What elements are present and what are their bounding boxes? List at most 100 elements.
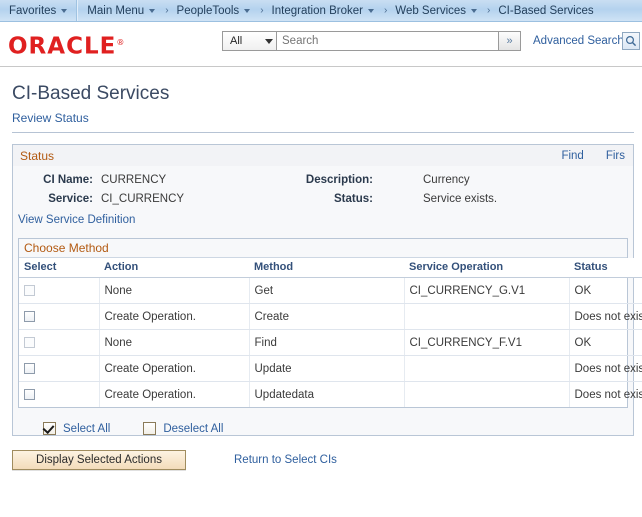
row-status-cell: Does not exist.	[569, 355, 642, 382]
column-header-service-operation: Service Operation	[404, 258, 569, 278]
deselect-all-checkbox[interactable]	[143, 422, 157, 435]
column-header-action: Action	[99, 258, 249, 278]
row-select-cell	[19, 355, 100, 382]
ci-name-value: CURRENCY	[101, 174, 167, 186]
view-service-definition-link[interactable]: View Service Definition	[18, 214, 135, 226]
nav-item-label: Web Services	[395, 4, 467, 17]
chevron-down-icon	[149, 8, 156, 13]
row-service-operation-cell	[404, 303, 570, 330]
description-label: Description:	[305, 174, 373, 186]
nav-item-label: Favorites	[9, 4, 57, 17]
table-row: Create Operation.Update Does not exist.	[19, 355, 642, 382]
status-fields: CI Name: CURRENCY Service: CI_CURRENCY D…	[13, 166, 633, 226]
search-submit-button[interactable]: »	[499, 31, 521, 51]
row-select-checkbox	[24, 336, 35, 348]
service-label: Service:	[48, 193, 93, 205]
bulk-select-row: Select All Deselect All	[43, 422, 633, 435]
top-navigation-bar: Favorites Main Menu › PeopleTools › Inte…	[0, 0, 642, 22]
search-area: All » Advanced Search	[222, 31, 624, 51]
row-action-cell: Create Operation.	[99, 381, 250, 407]
row-service-operation-cell: CI_CURRENCY_G.V1	[404, 277, 570, 304]
brand-search-bar: ORACLE® All » Advanced Search	[0, 22, 642, 67]
description-value: Currency	[423, 174, 470, 186]
advanced-search-link[interactable]: Advanced Search	[533, 35, 624, 47]
select-all-checkbox[interactable]	[43, 422, 56, 435]
table-row: None Find CI_CURRENCY_F.V1 OK	[19, 329, 642, 356]
row-select-checkbox[interactable]	[24, 310, 35, 322]
status-group-label: Status	[20, 148, 55, 163]
column-header-status: Status	[569, 258, 642, 278]
nav-item-peopletools[interactable]: PeopleTools	[170, 0, 258, 21]
page-header: CI-Based Services Review Status	[0, 67, 642, 125]
page-title: CI-Based Services	[12, 83, 170, 104]
action-row: Display Selected Actions Return to Selec…	[12, 450, 642, 470]
row-method-cell: Find	[249, 329, 405, 356]
column-header-method: Method	[249, 258, 404, 278]
nav-item-label: PeopleTools	[176, 4, 240, 17]
row-action-cell: None	[99, 329, 250, 356]
search-icon-button[interactable]	[622, 32, 640, 50]
row-service-operation-cell	[404, 381, 570, 407]
row-status-cell: Does not exist.	[569, 303, 642, 330]
chevron-down-icon	[471, 8, 478, 13]
nav-item-web-services[interactable]: Web Services	[388, 0, 484, 21]
page-subtitle-link[interactable]: Review Status	[12, 111, 642, 125]
nav-item-ci-based-services[interactable]: CI-Based Services	[491, 0, 600, 21]
nav-item-label: Main Menu	[87, 4, 145, 17]
first-link[interactable]: Firs	[606, 150, 625, 162]
breadcrumb-arrow-icon: ›	[487, 5, 491, 16]
table-header-row: Select Action Method Service Operation S…	[19, 258, 642, 278]
table-row: None Get CI_CURRENCY_G.V1 OK	[19, 277, 642, 304]
breadcrumb-arrow-icon: ›	[383, 5, 388, 16]
row-action-cell: Create Operation.	[99, 303, 250, 330]
row-service-operation-cell	[404, 355, 570, 382]
search-icon	[625, 35, 637, 47]
find-link[interactable]: Find	[561, 150, 583, 162]
row-select-checkbox[interactable]	[24, 362, 35, 374]
nav-item-main-menu[interactable]: Main Menu	[80, 0, 162, 21]
nav-item-integration-broker[interactable]: Integration Broker	[265, 0, 381, 21]
service-value: CI_CURRENCY	[101, 193, 185, 205]
status-field-label: Status:	[334, 193, 373, 205]
row-method-cell: Create	[249, 303, 405, 330]
chevron-down-icon	[367, 8, 374, 13]
row-select-cell	[19, 381, 100, 407]
search-scope-value: All	[230, 35, 243, 47]
row-status-cell: Does not exist.	[574, 388, 642, 401]
row-select-checkbox	[24, 284, 35, 296]
row-action-cell: Create Operation.	[99, 355, 250, 382]
status-field-value: Service exists.	[423, 193, 498, 205]
row-method-cell: Update	[249, 355, 405, 382]
chevron-down-icon	[244, 8, 251, 13]
deselect-all-label[interactable]: Deselect All	[163, 423, 223, 435]
table-row: Create Operation.Updatedata Does not exis…	[19, 381, 642, 407]
table-row: Create Operation.Create Does not exist.	[19, 303, 642, 330]
row-select-cell	[19, 277, 100, 304]
nav-item-label: CI-Based Services	[498, 4, 594, 17]
row-status-cell: OK	[569, 277, 642, 304]
methods-table-body: None Get CI_CURRENCY_G.V1 OK Create Operatio…	[19, 277, 642, 407]
chevron-down-icon	[265, 38, 273, 44]
select-all-label[interactable]: Select All	[63, 423, 110, 435]
ci-name-label: CI Name:	[43, 174, 93, 186]
nav-item-favorites[interactable]: Favorites	[0, 0, 74, 21]
row-action-cell: None	[99, 277, 250, 304]
breadcrumb-arrow-icon: ›	[260, 5, 264, 16]
nav-separator	[76, 0, 79, 21]
status-group-links: Find Firs	[561, 150, 625, 162]
row-service-operation-cell: CI_CURRENCY_F.V1	[404, 329, 570, 356]
return-to-select-cis-link[interactable]: Return to Select CIs	[234, 454, 337, 466]
status-group-box: Status Find Firs CI Name: CURRENCY Servi…	[12, 144, 642, 436]
row-select-checkbox[interactable]	[24, 388, 35, 400]
oracle-logo-text: ORACLE	[8, 33, 117, 60]
row-select-cell	[19, 329, 100, 356]
row-method-cell: Get	[249, 277, 405, 304]
title-divider	[12, 132, 634, 133]
display-selected-actions-button[interactable]: Display Selected Actions	[12, 450, 186, 470]
search-scope-select[interactable]: All	[222, 31, 277, 51]
search-input[interactable]	[277, 31, 499, 51]
status-group-header: Status Find Firs	[13, 145, 633, 166]
oracle-logo: ORACLE®	[8, 30, 125, 60]
column-header-select: Select	[19, 258, 99, 278]
row-select-cell	[19, 303, 100, 330]
